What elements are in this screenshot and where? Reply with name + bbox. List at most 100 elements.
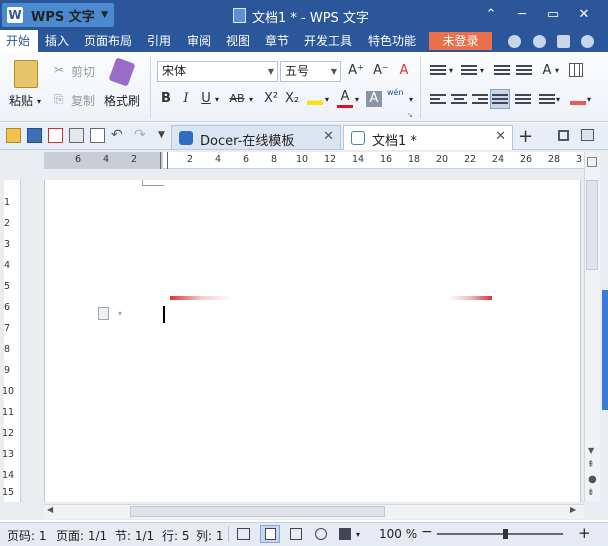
decrease-indent-icon[interactable] <box>494 63 510 77</box>
skin-icon[interactable] <box>508 35 521 48</box>
line-spacing-icon[interactable] <box>539 92 555 106</box>
app-menu-button[interactable]: W WPS 文字 ▼ <box>2 3 114 27</box>
open-folder-icon[interactable] <box>6 128 21 143</box>
caret-down-icon[interactable]: ▾ <box>409 95 413 104</box>
menu-home[interactable]: 开始 <box>6 30 30 52</box>
char-shading-icon[interactable]: A <box>366 91 382 107</box>
distribute-icon[interactable] <box>515 92 531 106</box>
highlight-icon[interactable] <box>307 90 323 105</box>
print-preview-icon[interactable] <box>90 128 105 143</box>
save-icon[interactable] <box>27 128 42 143</box>
prev-page-icon[interactable]: ⇞ <box>587 460 595 470</box>
align-right-icon[interactable] <box>472 92 488 106</box>
strikethrough-button[interactable]: AB <box>226 91 248 107</box>
shading-fill-icon[interactable] <box>570 91 586 105</box>
grow-font-icon[interactable]: A⁺ <box>347 63 365 79</box>
close-button[interactable]: ✕ <box>574 5 594 25</box>
font-name-select[interactable]: 宋体 ▼ <box>157 61 278 82</box>
outline-view-icon[interactable] <box>290 528 302 540</box>
tab-docer[interactable]: Docer-在线模板 ✕ <box>171 125 341 149</box>
scroll-right-icon[interactable]: ▶ <box>570 505 576 514</box>
increase-indent-icon[interactable] <box>516 63 532 77</box>
caret-down-icon[interactable]: ▾ <box>449 66 453 75</box>
caret-down-icon[interactable]: ▾ <box>480 66 484 75</box>
scroll-left-icon[interactable]: ◀ <box>47 505 53 514</box>
caret-down-icon[interactable]: ▾ <box>215 95 219 104</box>
caret-down-icon[interactable]: ▾ <box>556 95 560 104</box>
justify-icon[interactable] <box>492 92 508 106</box>
document-page[interactable] <box>44 180 581 502</box>
caret-down-icon[interactable]: ▾ <box>555 66 559 75</box>
redo-icon[interactable]: ↷ <box>134 127 146 143</box>
zoom-out-button[interactable]: − <box>421 524 433 540</box>
vertical-scroll-thumb[interactable] <box>586 180 598 270</box>
side-panel-toggle[interactable] <box>602 290 608 410</box>
subscript-button[interactable]: X₂ <box>283 91 301 107</box>
caret-down-icon[interactable]: ▾ <box>118 309 122 318</box>
tab-list-icon[interactable] <box>581 129 594 141</box>
print-icon[interactable] <box>69 128 84 143</box>
menu-developer[interactable]: 开发工具 <box>304 30 352 52</box>
menu-view[interactable]: 视图 <box>226 30 250 52</box>
minimize-button[interactable]: ─ <box>512 5 532 25</box>
underline-button[interactable]: U <box>198 91 214 107</box>
zoom-slider-track[interactable] <box>437 533 563 535</box>
menu-page-layout[interactable]: 页面布局 <box>84 30 132 52</box>
help-icon[interactable] <box>581 35 594 48</box>
numbered-list-icon[interactable] <box>461 63 477 77</box>
export-pdf-icon[interactable] <box>48 128 63 143</box>
caret-down-icon[interactable]: ▾ <box>249 95 253 104</box>
font-color-icon[interactable]: A <box>337 89 353 108</box>
bold-button[interactable]: B <box>158 91 174 107</box>
tab-document1[interactable]: 文档1 * ✕ <box>343 125 513 150</box>
format-painter-button[interactable]: 格式刷 <box>104 92 140 109</box>
collapse-ribbon-button[interactable]: ⌃ <box>481 5 501 25</box>
zoom-level[interactable]: 100 % <box>379 527 417 541</box>
menu-review[interactable]: 审阅 <box>187 30 211 52</box>
shirt-icon[interactable] <box>557 35 570 48</box>
cut-button[interactable]: 剪切 <box>71 63 95 80</box>
copy-button[interactable]: 复制 <box>71 92 95 109</box>
menu-references[interactable]: 引用 <box>147 30 171 52</box>
font-size-select[interactable]: 五号 ▼ <box>280 61 341 82</box>
align-center-icon[interactable] <box>451 92 467 106</box>
maximize-button[interactable]: ▭ <box>543 5 563 25</box>
page-view-icon[interactable] <box>265 528 276 540</box>
next-page-icon[interactable]: ⇟ <box>587 488 595 498</box>
paste-button[interactable]: 粘贴 <box>9 92 33 109</box>
menu-special[interactable]: 特色功能 <box>368 30 416 52</box>
full-screen-icon[interactable] <box>237 528 250 540</box>
superscript-button[interactable]: X² <box>262 91 280 107</box>
horizontal-scroll-thumb[interactable] <box>130 506 385 517</box>
customize-toolbar-icon[interactable]: ▼ <box>158 130 165 140</box>
align-left-icon[interactable] <box>430 92 446 106</box>
menu-insert[interactable]: 插入 <box>45 30 69 52</box>
menu-chapter[interactable]: 章节 <box>265 30 289 52</box>
text-direction-icon[interactable]: A <box>539 63 555 79</box>
paragraph-layout-icon[interactable] <box>98 307 109 320</box>
indent-marker-icon[interactable] <box>160 152 168 169</box>
clear-format-icon[interactable]: A <box>396 63 412 79</box>
reading-view-icon[interactable] <box>339 528 351 540</box>
font-dialog-launcher-icon[interactable]: ↘ <box>407 111 413 119</box>
select-browse-icon[interactable]: ● <box>588 474 597 485</box>
close-tab-icon[interactable]: ✕ <box>495 129 506 144</box>
web-view-icon[interactable] <box>315 528 327 540</box>
italic-button[interactable]: I <box>178 91 194 107</box>
zoom-in-button[interactable]: + <box>578 524 591 542</box>
view-mode-icon[interactable] <box>587 157 597 167</box>
paste-icon[interactable] <box>14 60 38 88</box>
caret-down-icon[interactable]: ▾ <box>355 95 359 104</box>
caret-down-icon[interactable]: ▾ <box>356 530 360 539</box>
scroll-down-icon[interactable]: ▼ <box>588 446 594 455</box>
login-button[interactable]: 未登录 <box>429 32 492 50</box>
new-tab-button[interactable]: + <box>518 126 533 147</box>
pinyin-guide-icon[interactable]: wén <box>387 88 404 97</box>
refresh-icon[interactable] <box>533 35 546 48</box>
zoom-slider-thumb[interactable] <box>503 529 508 539</box>
caret-down-icon[interactable]: ▾ <box>325 95 329 104</box>
caret-down-icon[interactable]: ▾ <box>587 95 591 104</box>
close-tab-icon[interactable]: ✕ <box>323 129 334 144</box>
caret-down-icon[interactable]: ▾ <box>37 97 41 106</box>
bullet-list-icon[interactable] <box>430 63 446 77</box>
